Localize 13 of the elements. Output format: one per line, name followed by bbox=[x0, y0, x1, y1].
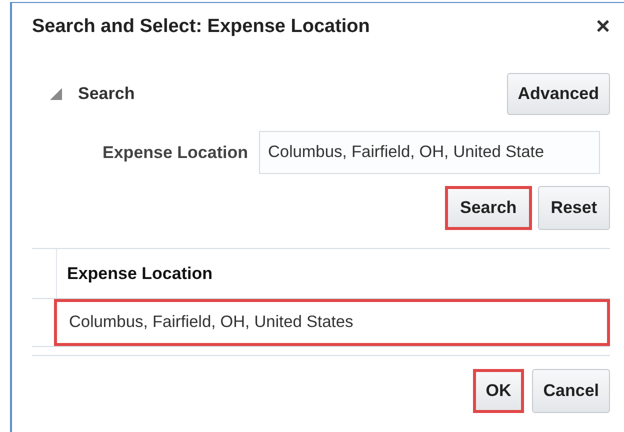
action-button[interactable]: OK bbox=[472, 369, 524, 413]
input-field[interactable]: Columbus, Fairfield, OH, United State bbox=[259, 131, 600, 174]
action-button[interactable]: Reset bbox=[538, 186, 610, 230]
advanced-button[interactable]: Advanced bbox=[506, 73, 610, 115]
column-header: Expense Location bbox=[67, 262, 212, 285]
action-button[interactable]: Search bbox=[444, 186, 532, 230]
close-button[interactable]: × bbox=[596, 15, 610, 39]
table-row[interactable]: Columbus, Fairfield, OH, United States bbox=[54, 299, 610, 346]
disclosure-triangle-icon[interactable] bbox=[48, 86, 64, 102]
section-header: Search bbox=[78, 83, 135, 106]
dialog-title: Search and Select: Expense Location bbox=[32, 14, 370, 39]
field-label: Expense Location bbox=[102, 142, 248, 164]
action-button[interactable]: Cancel bbox=[532, 369, 610, 413]
